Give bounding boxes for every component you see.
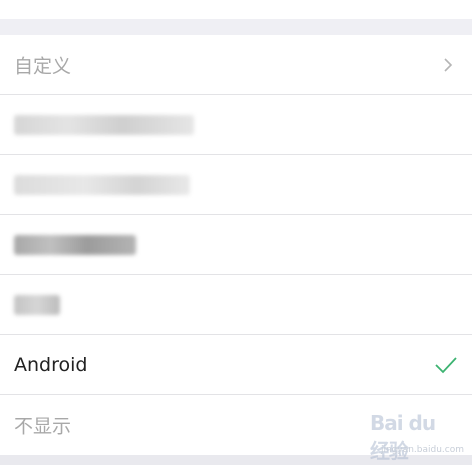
baidu-jingyan-watermark: Bai du 经验 jingyan.baidu.com: [370, 411, 466, 463]
display-options-list: 自定义 Android 不显示: [0, 35, 472, 455]
section-gap: [0, 19, 472, 35]
list-item-label: Android: [14, 353, 88, 376]
top-card: [0, 0, 472, 19]
watermark-logo: Bai du 经验: [370, 411, 436, 463]
blurred-label: [14, 114, 194, 135]
list-item-android[interactable]: Android: [0, 335, 472, 395]
list-item-label: 自定义: [14, 55, 72, 77]
list-item-blurred-3[interactable]: [0, 215, 472, 275]
list-item-custom[interactable]: 自定义: [0, 35, 472, 95]
watermark-text: jingyan.baidu.com: [380, 445, 464, 455]
chevron-right-icon: [444, 57, 453, 72]
list-item-label: 不显示: [14, 415, 72, 438]
list-item-blurred-1[interactable]: [0, 95, 472, 155]
blurred-label: [14, 234, 136, 255]
list-item-blurred-4[interactable]: [0, 275, 472, 335]
blurred-label: [14, 294, 60, 315]
blurred-label: [14, 174, 190, 195]
list-item-blurred-2[interactable]: [0, 155, 472, 215]
check-icon: [435, 356, 457, 373]
